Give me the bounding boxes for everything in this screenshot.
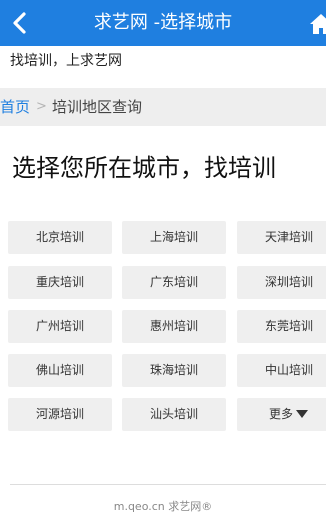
city-button-tianjin[interactable]: 天津培训 [237,221,326,254]
city-button-shenzhen[interactable]: 深圳培训 [237,266,326,299]
more-cities-button[interactable]: 更多 [237,398,326,431]
city-button-beijing[interactable]: 北京培训 [8,221,112,254]
city-button-guangzhou[interactable]: 广州培训 [8,310,112,343]
footer-divider [10,484,326,485]
city-button-zhuhai[interactable]: 珠海培训 [122,354,226,387]
city-button-shantou[interactable]: 汕头培训 [122,398,226,431]
caret-down-icon [296,410,308,418]
city-button-heyuan[interactable]: 河源培训 [8,398,112,431]
city-grid: 北京培训 上海培训 天津培训 重庆培训 广东培训 深圳培训 广州培训 惠州培训 … [0,0,326,518]
city-button-chongqing[interactable]: 重庆培训 [8,266,112,299]
footer-text: m.qeo.cn 求艺网® [113,500,213,513]
city-button-dongguan[interactable]: 东莞培训 [237,310,326,343]
more-label: 更多 [269,407,294,421]
city-button-zhongshan[interactable]: 中山培训 [237,354,326,387]
city-button-guangdong[interactable]: 广东培训 [122,266,226,299]
city-button-huizhou[interactable]: 惠州培训 [122,310,226,343]
city-button-foshan[interactable]: 佛山培训 [8,354,112,387]
city-button-shanghai[interactable]: 上海培训 [122,221,226,254]
